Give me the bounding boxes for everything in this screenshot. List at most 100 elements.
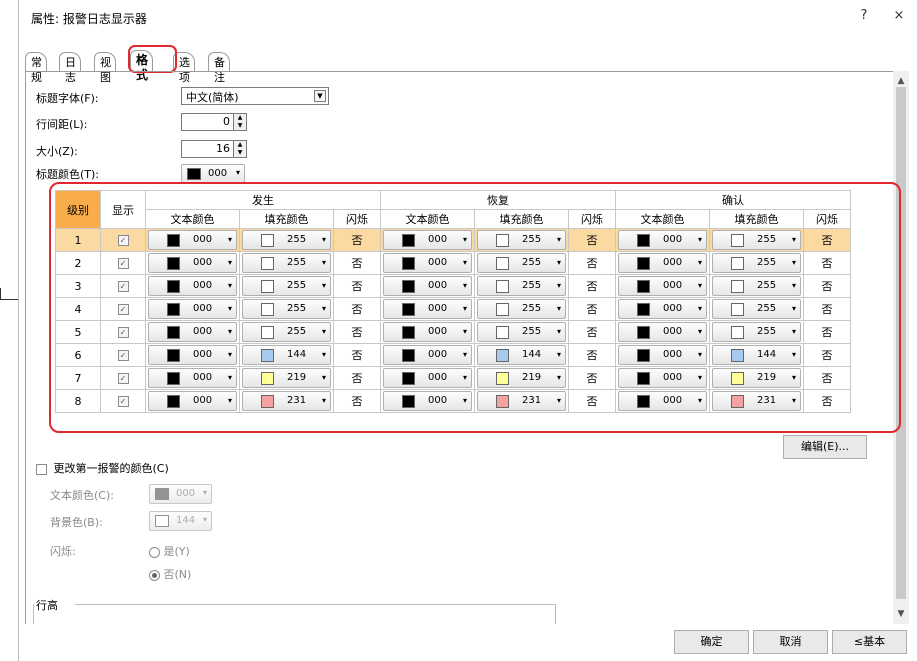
tab-general[interactable]: 常规 <box>25 52 47 84</box>
grid-row[interactable]: 8 ✓ 000 ▾ 231 ▾ 否 000 ▾ 231 ▾ 否 000 ▾ 231 ▾ 否 <box>55 389 851 413</box>
text-color-cell[interactable]: 000 ▾ <box>145 366 240 390</box>
text-color-cell[interactable]: 000 ▾ <box>380 366 475 390</box>
fill-color-cell[interactable]: 231 ▾ <box>709 389 804 413</box>
fill-color-cell[interactable]: 231 ▾ <box>474 389 569 413</box>
fill-color-button[interactable]: 219 ▾ <box>477 368 566 388</box>
fill-color-cell[interactable]: 144 ▾ <box>709 343 804 367</box>
fill-color-button[interactable]: 255 ▾ <box>477 230 566 250</box>
fill-color-button[interactable]: 255 ▾ <box>242 299 331 319</box>
blink-cell[interactable]: 否 <box>333 297 381 321</box>
edit-button[interactable]: 编辑(E)... <box>783 435 867 459</box>
tab-notes[interactable]: 备注 <box>208 52 230 84</box>
show-cell[interactable]: ✓ <box>100 389 146 413</box>
help-button[interactable]: ? <box>854 8 874 23</box>
fill-color-button[interactable]: 255 ▾ <box>712 230 801 250</box>
grid-row[interactable]: 4 ✓ 000 ▾ 255 ▾ 否 000 ▾ 255 ▾ 否 000 ▾ 255 ▾ 否 <box>55 297 851 321</box>
show-checkbox[interactable]: ✓ <box>117 350 129 361</box>
fill-color-cell[interactable]: 219 ▾ <box>474 366 569 390</box>
blink-cell[interactable]: 否 <box>568 389 616 413</box>
text-color-cell[interactable]: 000 ▾ <box>615 320 710 344</box>
grid-row[interactable]: 7 ✓ 000 ▾ 219 ▾ 否 000 ▾ 219 ▾ 否 000 ▾ 219 ▾ 否 <box>55 366 851 390</box>
fill-color-button[interactable]: 255 ▾ <box>477 276 566 296</box>
text-color-cell[interactable]: 000 ▾ <box>615 366 710 390</box>
fill-color-cell[interactable]: 219 ▾ <box>709 366 804 390</box>
grid-row[interactable]: 1 ✓ 000 ▾ 255 ▾ 否 000 ▾ 255 ▾ 否 000 ▾ 255 ▾ 否 <box>55 228 851 252</box>
show-checkbox[interactable]: ✓ <box>117 396 129 407</box>
blink-cell[interactable]: 否 <box>803 389 851 413</box>
text-color-button[interactable]: 000 ▾ <box>148 299 237 319</box>
grid-row[interactable]: 2 ✓ 000 ▾ 255 ▾ 否 000 ▾ 255 ▾ 否 000 ▾ 255 ▾ 否 <box>55 251 851 275</box>
text-color-cell[interactable]: 000 ▾ <box>615 251 710 275</box>
fill-color-button[interactable]: 255 ▾ <box>477 322 566 342</box>
show-checkbox[interactable]: ✓ <box>117 304 129 315</box>
fill-color-cell[interactable]: 255 ▾ <box>474 297 569 321</box>
text-color-cell[interactable]: 000 ▾ <box>380 274 475 298</box>
basic-button[interactable]: ≤基本 <box>832 630 907 654</box>
fill-color-cell[interactable]: 255 ▾ <box>709 251 804 275</box>
blink-cell[interactable]: 否 <box>568 343 616 367</box>
blink-cell[interactable]: 否 <box>568 251 616 275</box>
show-cell[interactable]: ✓ <box>100 251 146 275</box>
title-font-select[interactable]: 中文(简体) ▼ <box>181 87 329 105</box>
text-color-button[interactable]: 000 ▾ <box>618 230 707 250</box>
text-color-button[interactable]: 000 ▾ <box>148 345 237 365</box>
fill-color-button[interactable]: 255 ▾ <box>242 322 331 342</box>
fill-color-button[interactable]: 255 ▾ <box>477 299 566 319</box>
level-cell[interactable]: 2 <box>55 251 101 275</box>
fill-color-button[interactable]: 219 ▾ <box>712 368 801 388</box>
grid-row[interactable]: 5 ✓ 000 ▾ 255 ▾ 否 000 ▾ 255 ▾ 否 000 ▾ 255 ▾ 否 <box>55 320 851 344</box>
text-color-button[interactable]: 000 ▾ <box>148 230 237 250</box>
text-color-cell[interactable]: 000 ▾ <box>380 343 475 367</box>
text-color-button[interactable]: 000 ▾ <box>618 345 707 365</box>
fill-color-cell[interactable]: 255 ▾ <box>709 297 804 321</box>
fill-color-cell[interactable]: 255 ▾ <box>474 320 569 344</box>
show-checkbox[interactable]: ✓ <box>117 258 129 269</box>
text-color-cell[interactable]: 000 ▾ <box>380 228 475 252</box>
fill-color-button[interactable]: 231 ▾ <box>712 391 801 411</box>
blink-cell[interactable]: 否 <box>803 274 851 298</box>
text-color-cell[interactable]: 000 ▾ <box>380 320 475 344</box>
level-cell[interactable]: 4 <box>55 297 101 321</box>
fill-color-cell[interactable]: 255 ▾ <box>239 228 334 252</box>
text-color-cell[interactable]: 000 ▾ <box>380 389 475 413</box>
fill-color-cell[interactable]: 231 ▾ <box>239 389 334 413</box>
text-color-button[interactable]: 000 ▾ <box>148 368 237 388</box>
show-cell[interactable]: ✓ <box>100 297 146 321</box>
text-color-cell[interactable]: 000 ▾ <box>145 251 240 275</box>
blink-cell[interactable]: 否 <box>333 320 381 344</box>
level-cell[interactable]: 7 <box>55 366 101 390</box>
text-color-cell[interactable]: 000 ▾ <box>615 389 710 413</box>
text-color-cell[interactable]: 000 ▾ <box>145 343 240 367</box>
fill-color-cell[interactable]: 144 ▾ <box>239 343 334 367</box>
show-cell[interactable]: ✓ <box>100 343 146 367</box>
blink-cell[interactable]: 否 <box>803 366 851 390</box>
show-checkbox[interactable]: ✓ <box>117 373 129 384</box>
fill-color-cell[interactable]: 255 ▾ <box>474 274 569 298</box>
level-cell[interactable]: 5 <box>55 320 101 344</box>
text-color-cell[interactable]: 000 ▾ <box>145 389 240 413</box>
text-color-button[interactable]: 000 ▾ <box>383 230 472 250</box>
text-color-cell[interactable]: 000 ▾ <box>145 297 240 321</box>
text-color-button[interactable]: 000 ▾ <box>618 253 707 273</box>
blink-cell[interactable]: 否 <box>803 297 851 321</box>
show-cell[interactable]: ✓ <box>100 274 146 298</box>
show-cell[interactable]: ✓ <box>100 320 146 344</box>
text-color-cell[interactable]: 000 ▾ <box>145 320 240 344</box>
grid-row[interactable]: 3 ✓ 000 ▾ 255 ▾ 否 000 ▾ 255 ▾ 否 000 ▾ 255 ▾ 否 <box>55 274 851 298</box>
blink-cell[interactable]: 否 <box>333 389 381 413</box>
level-cell[interactable]: 1 <box>55 228 101 252</box>
blink-cell[interactable]: 否 <box>568 320 616 344</box>
level-header[interactable]: 级别 <box>55 190 101 229</box>
blink-cell[interactable]: 否 <box>803 251 851 275</box>
text-color-button[interactable]: 000 ▾ <box>383 276 472 296</box>
close-button[interactable]: × <box>889 8 909 23</box>
title-color-button[interactable]: 000 ▾ <box>181 164 245 184</box>
text-color-cell[interactable]: 000 ▾ <box>615 343 710 367</box>
fill-color-button[interactable]: 255 ▾ <box>712 322 801 342</box>
level-cell[interactable]: 8 <box>55 389 101 413</box>
fill-color-cell[interactable]: 255 ▾ <box>239 297 334 321</box>
blink-cell[interactable]: 否 <box>803 343 851 367</box>
fill-color-cell[interactable]: 144 ▾ <box>474 343 569 367</box>
fill-color-button[interactable]: 255 ▾ <box>712 299 801 319</box>
fill-color-button[interactable]: 231 ▾ <box>477 391 566 411</box>
